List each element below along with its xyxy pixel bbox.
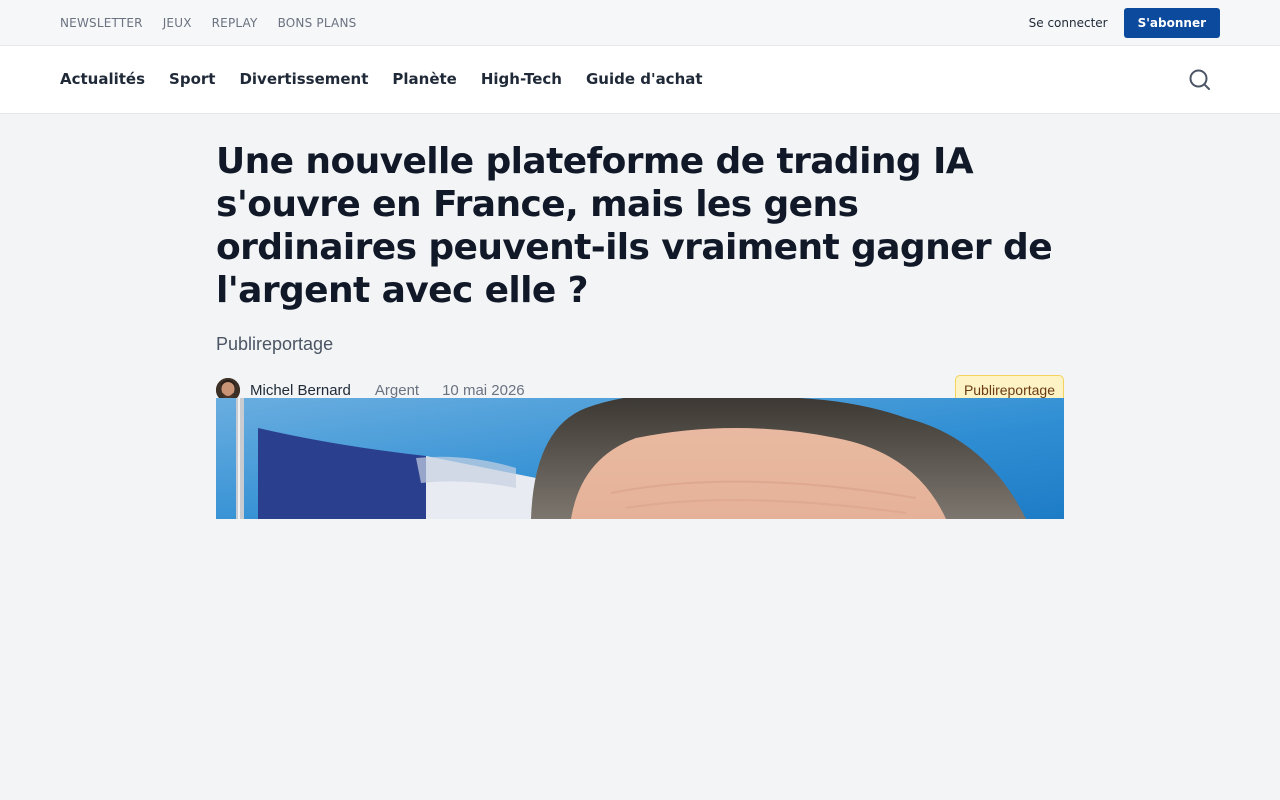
subscribe-button[interactable]: S'abonner [1123, 8, 1220, 38]
search-button[interactable] [1186, 66, 1214, 94]
article-category[interactable]: Argent [375, 382, 419, 399]
nav-item-guide-achat[interactable]: Guide d'achat [586, 70, 703, 88]
nav-item-actualites[interactable]: Actualités [60, 70, 145, 88]
account-actions: Se connecter S'abonner [1029, 0, 1220, 46]
nav-item-divertissement[interactable]: Divertissement [239, 70, 368, 88]
newsletter-link[interactable]: NEWSLETTER [60, 16, 143, 30]
utility-links: NEWSLETTER JEUX REPLAY BONS PLANS [60, 0, 356, 46]
main-navigation: Actualités Sport Divertissement Planète … [0, 46, 1280, 114]
hero-image [216, 398, 1064, 519]
top-bar: NEWSLETTER JEUX REPLAY BONS PLANS Se con… [0, 0, 1280, 46]
nav-item-sport[interactable]: Sport [169, 70, 215, 88]
publish-date: 10 mai 2026 [442, 381, 525, 399]
article-subhead: Publireportage [216, 334, 334, 354]
replay-link[interactable]: REPLAY [212, 16, 258, 30]
games-link[interactable]: JEUX [163, 16, 192, 30]
article-headline: Une nouvelle plateforme de trading IA s'… [216, 141, 1053, 311]
article: Une nouvelle plateforme de trading IA s'… [216, 140, 1064, 405]
login-link[interactable]: Se connecter [1029, 16, 1108, 30]
hero-photo [216, 398, 1064, 519]
nav-item-high-tech[interactable]: High-Tech [481, 70, 562, 88]
deals-link[interactable]: BONS PLANS [278, 16, 357, 30]
author-name[interactable]: Michel Bernard [250, 382, 351, 399]
nav-item-planete[interactable]: Planète [392, 70, 456, 88]
search-icon [1189, 69, 1210, 90]
nav-items: Actualités Sport Divertissement Planète … [60, 46, 703, 112]
